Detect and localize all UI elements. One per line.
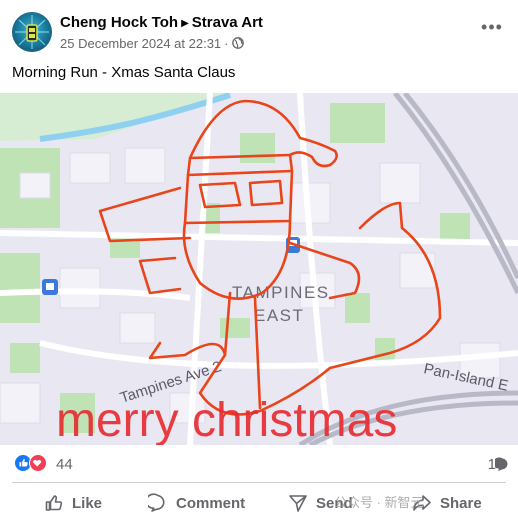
- merry-christmas-text: merry christmas: [56, 394, 397, 445]
- actions-divider: [12, 482, 506, 483]
- send-icon: [289, 495, 307, 512]
- more-options-button[interactable]: •••: [478, 18, 506, 42]
- comment-icon: [148, 493, 165, 512]
- bus-station-icon: [42, 279, 58, 295]
- share-label: Share: [440, 494, 482, 512]
- comment-label: Comment: [176, 494, 246, 512]
- post-meta: 25 December 2024 at 22:31 ·: [60, 36, 244, 51]
- comment-count-icon: [495, 457, 508, 472]
- post-date[interactable]: 25 December 2024 at 22:31: [60, 36, 221, 51]
- thumbs-up-icon: [45, 495, 63, 511]
- author-line: Cheng Hock Toh ▶ Strava Art: [60, 14, 263, 31]
- post-actions: Like Comment Send Share: [0, 484, 518, 520]
- love-reaction-icon: [29, 454, 47, 472]
- reaction-count[interactable]: 44: [56, 456, 73, 473]
- globe-icon: [231, 37, 244, 49]
- avatar-image: [15, 15, 49, 49]
- reactions-row: 44 1: [0, 448, 518, 478]
- post-caption: Morning Run - Xmas Santa Claus: [12, 64, 236, 81]
- watermark: 公众号 · 新智元: [334, 495, 424, 510]
- post-image[interactable]: TAMPINES EAST Tampines Ave 2 Pan-Island …: [0, 93, 518, 445]
- like-button[interactable]: Like: [44, 488, 102, 518]
- author-name[interactable]: Cheng Hock Toh: [60, 14, 178, 31]
- district-label-2: EAST: [254, 306, 304, 325]
- caret-right-icon: ▶: [181, 18, 189, 29]
- meta-dot: ·: [224, 36, 229, 51]
- like-label: Like: [72, 494, 103, 512]
- strava-map: TAMPINES EAST Tampines Ave 2 Pan-Island …: [0, 93, 518, 445]
- group-name[interactable]: Strava Art: [192, 14, 263, 31]
- post-header: Cheng Hock Toh ▶ Strava Art 25 December 20…: [0, 0, 518, 60]
- author-avatar[interactable]: [12, 12, 52, 52]
- comment-button[interactable]: Comment: [148, 488, 245, 518]
